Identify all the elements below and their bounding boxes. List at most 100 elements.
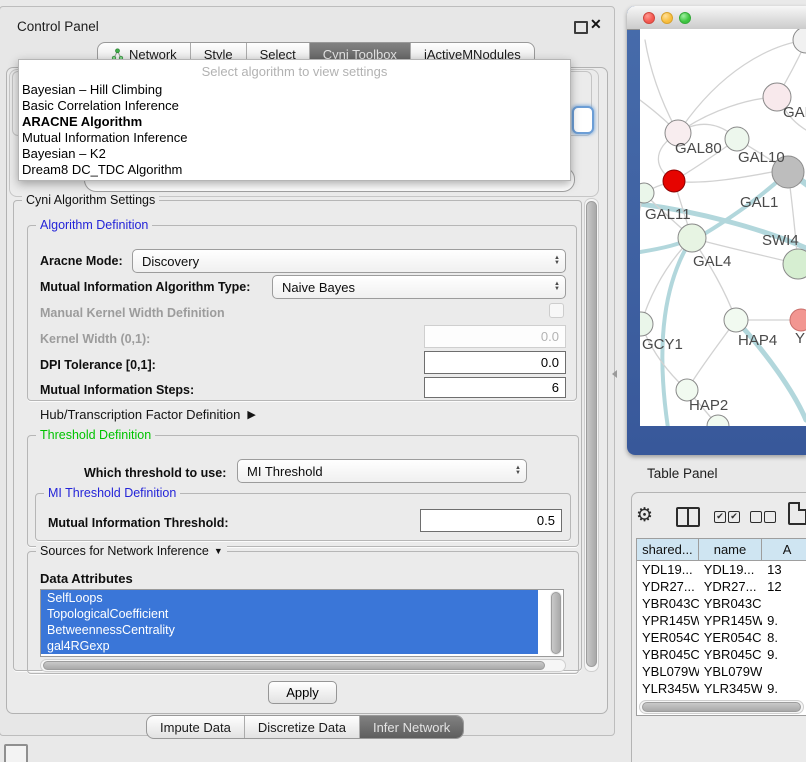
aracne-mode-combobox[interactable]: Discovery ▲▼: [132, 249, 566, 273]
table-row[interactable]: YDR27...YDR27...12: [637, 578, 806, 595]
network-node[interactable]: [663, 170, 685, 192]
network-node[interactable]: [790, 309, 806, 331]
hub-definition-label: Hub/Transcription Factor Definition: [40, 407, 240, 422]
algorithm-option-aracne-algorithm[interactable]: ARACNE Algorithm: [19, 114, 570, 130]
table-cell: 9.: [762, 680, 806, 697]
bottom-tabbar: Impute Data Discretize DataInfer Network: [146, 715, 464, 739]
attributes-hscrollbar[interactable]: [40, 659, 566, 672]
export-table-icon[interactable]: [788, 502, 806, 525]
table-cell: YDL19...: [637, 561, 699, 578]
settings-scrollbar[interactable]: [584, 198, 599, 672]
column-header-shared[interactable]: shared...: [637, 539, 699, 560]
table-cell: YER054C: [637, 629, 699, 646]
column-header-name[interactable]: name: [699, 539, 762, 560]
network-node[interactable]: [725, 127, 749, 151]
aracne-mode-label: Aracne Mode:: [40, 254, 123, 268]
network-node[interactable]: [678, 224, 706, 252]
node-label-gal10: GAL10: [738, 149, 785, 166]
table-cell: YPR145W: [699, 612, 762, 629]
attribute-item-betweennesscentrality[interactable]: BetweennessCentrality: [41, 622, 538, 638]
attributes-hscrollbar-thumb[interactable]: [43, 661, 545, 670]
network-node[interactable]: [793, 29, 806, 53]
select-all-checkbox-icon[interactable]: ✔: [728, 511, 740, 523]
table-hscrollbar[interactable]: [639, 700, 804, 714]
tab-impute-data[interactable]: Impute Data: [147, 716, 244, 738]
focused-combobox-fragment[interactable]: [572, 106, 594, 134]
network-window-titlebar[interactable]: [627, 6, 806, 30]
table-cell: [762, 595, 806, 612]
float-window-icon[interactable]: [574, 21, 588, 34]
attributes-scrollbar[interactable]: [550, 591, 562, 655]
algorithm-option-basic-correlation-inference[interactable]: Basic Correlation Inference: [19, 98, 570, 114]
dpi-tolerance-field[interactable]: 0.0: [424, 351, 566, 374]
combo-stepper-icon: ▲▼: [554, 250, 560, 272]
table-row[interactable]: YDL19...YDL19...13: [637, 561, 806, 578]
sources-group-header[interactable]: Sources for Network Inference ▼: [36, 544, 227, 558]
settings-scrollbar-thumb[interactable]: [586, 201, 597, 667]
attribute-item-selfloops[interactable]: SelfLoops: [41, 590, 538, 606]
mi-type-combobox[interactable]: Naive Bayes ▲▼: [272, 275, 566, 299]
tab-infer-network[interactable]: Infer Network: [359, 716, 463, 738]
hub-definition-toggle[interactable]: Hub/Transcription Factor Definition ▶: [40, 407, 256, 422]
gear-icon[interactable]: ⚙: [636, 504, 653, 526]
show-columns-icon[interactable]: [676, 507, 700, 527]
algorithm-option-dream8-dc-tdc-algorithm[interactable]: Dream8 DC_TDC Algorithm: [19, 162, 570, 178]
table-cell: 9.: [762, 646, 806, 663]
combo-stepper-icon: ▲▼: [554, 276, 560, 298]
node-label-gal4: GAL4: [693, 253, 731, 270]
attribute-item-gal4rgexp[interactable]: gal4RGexp: [41, 638, 538, 654]
manual-kernel-checkbox[interactable]: [549, 303, 564, 318]
table-row[interactable]: YBL079WYBL079W: [637, 663, 806, 680]
table-row[interactable]: YER054CYER054C8.: [637, 629, 806, 646]
deselect-all-checkbox-icon[interactable]: [764, 511, 776, 523]
network-node[interactable]: [640, 312, 653, 336]
tab-discretize-data[interactable]: Discretize Data: [244, 716, 359, 738]
table-row[interactable]: YPR145WYPR145W9.: [637, 612, 806, 629]
table-cell: YLR345W: [637, 680, 699, 697]
algorithm-option-mutual-information-inference[interactable]: Mutual Information Inference: [19, 130, 570, 146]
minimized-panel-icon[interactable]: [4, 744, 28, 762]
table-row[interactable]: YBR045CYBR045C9.: [637, 646, 806, 663]
attributes-scrollbar-thumb[interactable]: [551, 592, 561, 654]
node-label-gal1: GAL1: [740, 194, 778, 211]
table-cell: YLR345W: [699, 680, 762, 697]
dpi-tolerance-label: DPI Tolerance [0,1]:: [40, 358, 156, 372]
split-divider-handle[interactable]: [612, 370, 617, 378]
threshold-definition-title: Threshold Definition: [36, 428, 155, 442]
close-traffic-light-icon[interactable]: [643, 12, 655, 24]
network-node[interactable]: [640, 183, 654, 203]
which-threshold-combobox[interactable]: MI Threshold ▲▼: [237, 459, 527, 483]
network-edge: [678, 97, 777, 133]
settings-group-title: Cyni Algorithm Settings: [22, 193, 159, 207]
screen: Control Panel ✕ NetworkStyleSelectCyni T…: [0, 0, 806, 762]
algorithm-option-bayesian-hill-climbing[interactable]: Bayesian – Hill Climbing: [19, 82, 570, 98]
network-node[interactable]: [783, 249, 806, 279]
minimize-traffic-light-icon[interactable]: [661, 12, 673, 24]
network-canvas[interactable]: GALGAL80GAL10GAL1GAL11GAL4SWI4GCY1HAP4YH…: [640, 29, 806, 426]
table-hscrollbar-thumb[interactable]: [642, 702, 801, 712]
table-row[interactable]: YBR043CYBR043C: [637, 595, 806, 612]
which-threshold-label: Which threshold to use:: [84, 466, 226, 480]
tab-label: Impute Data: [160, 720, 231, 735]
kernel-width-field[interactable]: 0.0: [424, 325, 566, 348]
mi-type-value: Naive Bayes: [282, 280, 355, 295]
algorithm-dropdown-popup: Select algorithm to view settings Bayesi…: [18, 59, 571, 181]
close-icon[interactable]: ✕: [590, 16, 602, 33]
mi-steps-label: Mutual Information Steps:: [40, 383, 194, 397]
zoom-traffic-light-icon[interactable]: [679, 12, 691, 24]
algorithm-option-bayesian-k2[interactable]: Bayesian – K2: [19, 146, 570, 162]
deselect-all-checkbox-icon[interactable]: [750, 511, 762, 523]
table-cell: YDL19...: [699, 561, 762, 578]
node-label-hap2: HAP2: [689, 397, 728, 414]
select-all-checkbox-icon[interactable]: ✔: [714, 511, 726, 523]
network-node[interactable]: [724, 308, 748, 332]
network-edge: [687, 320, 736, 390]
mi-threshold-field[interactable]: 0.5: [420, 509, 562, 532]
apply-button[interactable]: Apply: [268, 681, 337, 704]
attribute-item-topologicalcoefficient[interactable]: TopologicalCoefficient: [41, 606, 538, 622]
mi-steps-field[interactable]: 6: [424, 377, 566, 398]
expand-right-icon: ▶: [247, 408, 255, 421]
column-header-a[interactable]: A: [762, 539, 806, 560]
table-row[interactable]: YLR345WYLR345W9.: [637, 680, 806, 697]
table-cell: YPR145W: [637, 612, 699, 629]
